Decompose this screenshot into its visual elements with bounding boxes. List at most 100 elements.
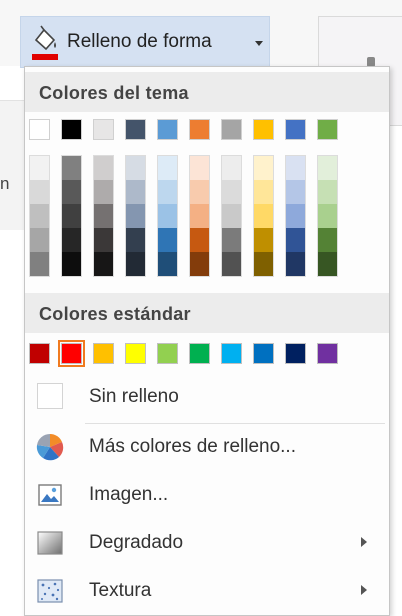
theme-shade-swatch[interactable]	[190, 252, 209, 276]
theme-shade-swatch[interactable]	[94, 228, 113, 252]
standard-color-swatch[interactable]	[221, 343, 242, 364]
theme-color-swatch[interactable]	[285, 119, 306, 140]
theme-shade-swatch[interactable]	[254, 252, 273, 276]
theme-shade-swatch[interactable]	[222, 156, 241, 180]
theme-shade-swatch[interactable]	[318, 156, 337, 180]
theme-shade-swatch[interactable]	[62, 180, 81, 204]
standard-colors-row	[29, 340, 349, 367]
color-wheel-icon	[36, 433, 64, 461]
theme-shade-swatch[interactable]	[30, 156, 49, 180]
theme-shade-swatch[interactable]	[286, 180, 305, 204]
theme-shade-swatch[interactable]	[30, 180, 49, 204]
theme-shade-swatch[interactable]	[30, 204, 49, 228]
gradient-item[interactable]: Degradado	[25, 521, 389, 565]
theme-shade-swatch[interactable]	[158, 156, 177, 180]
theme-shade-swatch[interactable]	[126, 252, 145, 276]
theme-shade-swatch[interactable]	[94, 204, 113, 228]
theme-shade-swatch[interactable]	[254, 204, 273, 228]
theme-shade-swatch[interactable]	[254, 228, 273, 252]
theme-shade-column	[285, 155, 306, 277]
standard-colors-header: Colores estándar	[25, 293, 389, 333]
theme-shade-swatch[interactable]	[222, 228, 241, 252]
theme-shade-swatch[interactable]	[222, 252, 241, 276]
theme-colors-row	[29, 119, 349, 140]
theme-shade-swatch[interactable]	[286, 252, 305, 276]
standard-color-swatch[interactable]	[29, 343, 50, 364]
chevron-right-icon	[361, 537, 367, 547]
standard-color-swatch[interactable]	[93, 343, 114, 364]
theme-shade-swatch[interactable]	[190, 156, 209, 180]
theme-shade-column	[189, 155, 210, 277]
theme-shade-swatch[interactable]	[318, 228, 337, 252]
theme-shade-swatch[interactable]	[318, 204, 337, 228]
texture-label: Textura	[89, 580, 152, 601]
menu-divider	[85, 423, 385, 424]
standard-color-swatch[interactable]	[317, 343, 338, 364]
theme-shade-column	[61, 155, 82, 277]
theme-shade-swatch[interactable]	[222, 180, 241, 204]
shape-fill-label: Relleno de forma	[67, 31, 212, 52]
theme-shade-swatch[interactable]	[190, 180, 209, 204]
gradient-icon	[37, 531, 63, 555]
theme-shade-swatch[interactable]	[318, 180, 337, 204]
theme-shade-swatch[interactable]	[158, 180, 177, 204]
theme-shade-swatch[interactable]	[190, 204, 209, 228]
theme-shade-swatch[interactable]	[94, 156, 113, 180]
theme-shade-swatch[interactable]	[126, 156, 145, 180]
theme-shade-swatch[interactable]	[126, 204, 145, 228]
theme-color-swatch[interactable]	[157, 119, 178, 140]
theme-shade-swatch[interactable]	[62, 252, 81, 276]
theme-colors-header: Colores del tema	[25, 72, 389, 112]
theme-color-swatch[interactable]	[125, 119, 146, 140]
theme-color-swatch[interactable]	[317, 119, 338, 140]
theme-shade-swatch[interactable]	[126, 180, 145, 204]
theme-shade-swatch[interactable]	[30, 252, 49, 276]
theme-shade-swatch[interactable]	[158, 228, 177, 252]
theme-color-swatch[interactable]	[61, 119, 82, 140]
shape-fill-menu: Colores del tema Colores estándar Sin re…	[24, 66, 390, 616]
theme-shade-swatch[interactable]	[254, 156, 273, 180]
theme-shade-swatch[interactable]	[62, 204, 81, 228]
theme-color-swatch[interactable]	[29, 119, 50, 140]
standard-color-swatch[interactable]	[253, 343, 274, 364]
standard-colors-title: Colores estándar	[39, 304, 191, 324]
theme-shade-swatch[interactable]	[286, 204, 305, 228]
theme-shade-swatch[interactable]	[254, 180, 273, 204]
theme-shade-swatch[interactable]	[30, 228, 49, 252]
ribbon-partial-label: n	[0, 174, 10, 193]
theme-shade-swatch[interactable]	[318, 252, 337, 276]
theme-shade-swatch[interactable]	[286, 228, 305, 252]
theme-shade-column	[29, 155, 50, 277]
theme-shade-swatch[interactable]	[286, 156, 305, 180]
theme-color-swatch[interactable]	[221, 119, 242, 140]
texture-item[interactable]: Textura	[25, 569, 389, 613]
more-fill-colors-item[interactable]: Más colores de relleno...	[25, 425, 389, 469]
theme-shade-column	[125, 155, 146, 277]
theme-color-swatch[interactable]	[93, 119, 114, 140]
theme-shade-swatch[interactable]	[222, 204, 241, 228]
theme-shade-swatch[interactable]	[94, 180, 113, 204]
theme-colors-title: Colores del tema	[39, 83, 189, 103]
theme-shade-swatch[interactable]	[126, 228, 145, 252]
theme-shade-column	[253, 155, 274, 277]
theme-shade-column	[317, 155, 338, 277]
theme-shade-swatch[interactable]	[62, 228, 81, 252]
picture-item[interactable]: Imagen...	[25, 473, 389, 517]
theme-shade-column	[93, 155, 114, 277]
theme-color-swatch[interactable]	[189, 119, 210, 140]
standard-color-swatch[interactable]	[125, 343, 146, 364]
more-fill-colors-label: Más colores de relleno...	[89, 436, 296, 457]
chevron-right-icon	[361, 585, 367, 595]
theme-color-swatch[interactable]	[253, 119, 274, 140]
standard-color-swatch[interactable]	[189, 343, 210, 364]
theme-shade-swatch[interactable]	[158, 204, 177, 228]
standard-color-swatch[interactable]	[157, 343, 178, 364]
theme-shade-swatch[interactable]	[94, 252, 113, 276]
no-fill-item[interactable]: Sin relleno	[25, 375, 389, 419]
standard-color-swatch[interactable]	[58, 340, 85, 367]
shape-fill-button[interactable]: Relleno de forma	[20, 16, 270, 68]
theme-shade-swatch[interactable]	[62, 156, 81, 180]
theme-shade-swatch[interactable]	[158, 252, 177, 276]
theme-shade-swatch[interactable]	[190, 228, 209, 252]
standard-color-swatch[interactable]	[285, 343, 306, 364]
